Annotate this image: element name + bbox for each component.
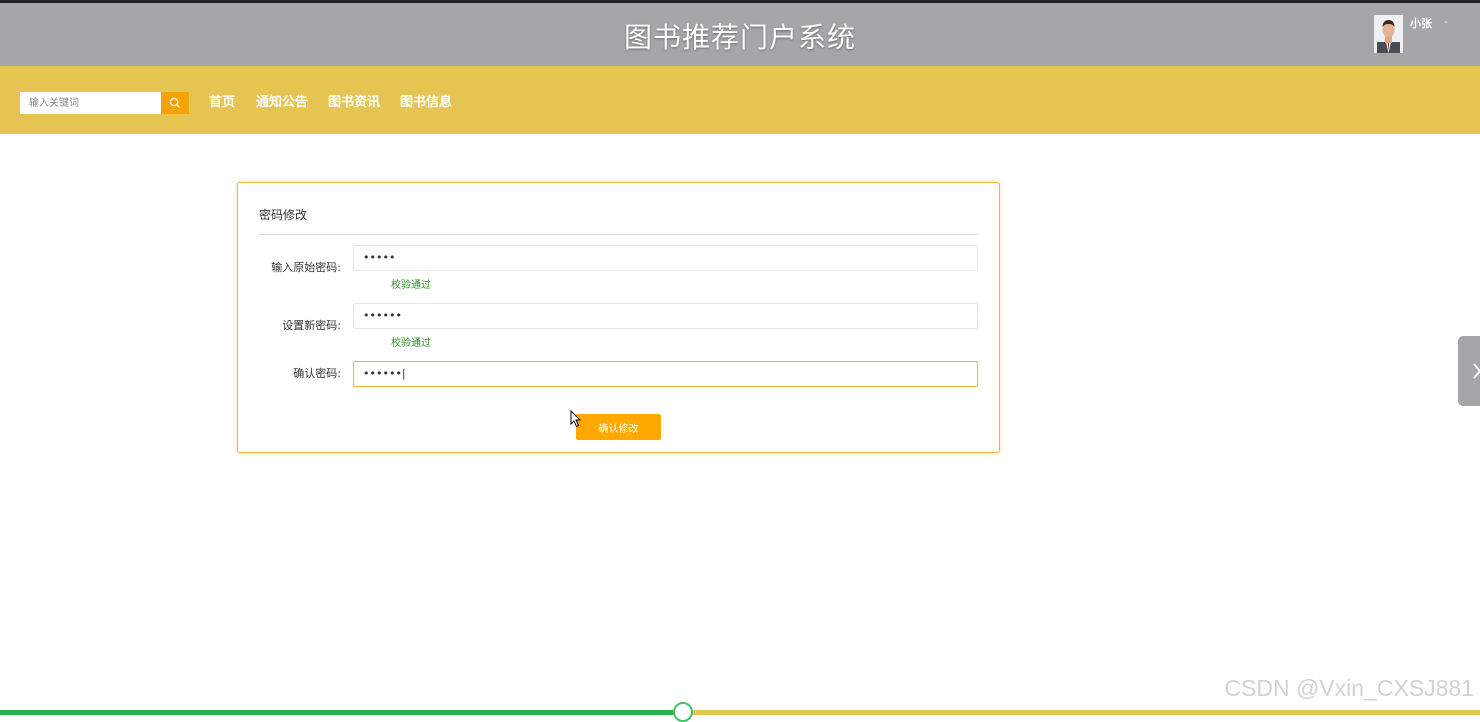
new-password-validation: 校验通过 xyxy=(391,338,431,349)
password-change-form: 密码修改 输入原始密码: ••••• 校验通过 设置新密码: •••••• 校验… xyxy=(237,182,1000,453)
site-header: 图书推荐门户系统 小张 - xyxy=(0,3,1480,66)
side-panel-toggle[interactable] xyxy=(1458,336,1480,406)
form-divider xyxy=(259,234,978,235)
search-input[interactable] xyxy=(20,92,161,114)
nav-item-book-news[interactable]: 图书资讯 xyxy=(328,91,380,110)
form-title: 密码修改 xyxy=(259,208,308,222)
old-password-field[interactable]: ••••• xyxy=(353,245,978,271)
csdn-watermark: CSDN @Vxin_CXSJ881 xyxy=(1224,675,1474,701)
nav-item-book-info[interactable]: 图书信息 xyxy=(400,91,452,110)
mouse-cursor-icon xyxy=(570,409,582,432)
search-icon xyxy=(169,97,180,108)
nav-item-home[interactable]: 首页 xyxy=(209,91,235,110)
video-progress-handle[interactable] xyxy=(673,702,693,722)
new-password-field[interactable]: •••••• xyxy=(353,303,978,329)
user-name[interactable]: 小张 xyxy=(1410,15,1432,31)
chevron-right-icon xyxy=(1473,363,1480,379)
new-password-label: 设置新密码: xyxy=(282,319,341,332)
confirm-password-label: 确认密码: xyxy=(293,367,341,380)
site-title: 图书推荐门户系统 xyxy=(623,21,856,54)
search-button[interactable] xyxy=(161,92,189,114)
nav-item-notices[interactable]: 通知公告 xyxy=(256,91,308,110)
confirm-change-button[interactable]: 确认修改 xyxy=(576,414,661,440)
video-progress-played xyxy=(0,710,684,715)
user-menu-caret[interactable]: - xyxy=(1444,15,1448,28)
old-password-label: 输入原始密码: xyxy=(271,261,341,274)
old-password-validation: 校验通过 xyxy=(391,280,431,291)
avatar-portrait-icon xyxy=(1374,15,1403,53)
user-avatar[interactable] xyxy=(1374,15,1403,53)
confirm-password-field[interactable]: ••••••| xyxy=(353,361,978,387)
main-navbar: 首页 通知公告 图书资讯 图书信息 xyxy=(0,66,1480,134)
